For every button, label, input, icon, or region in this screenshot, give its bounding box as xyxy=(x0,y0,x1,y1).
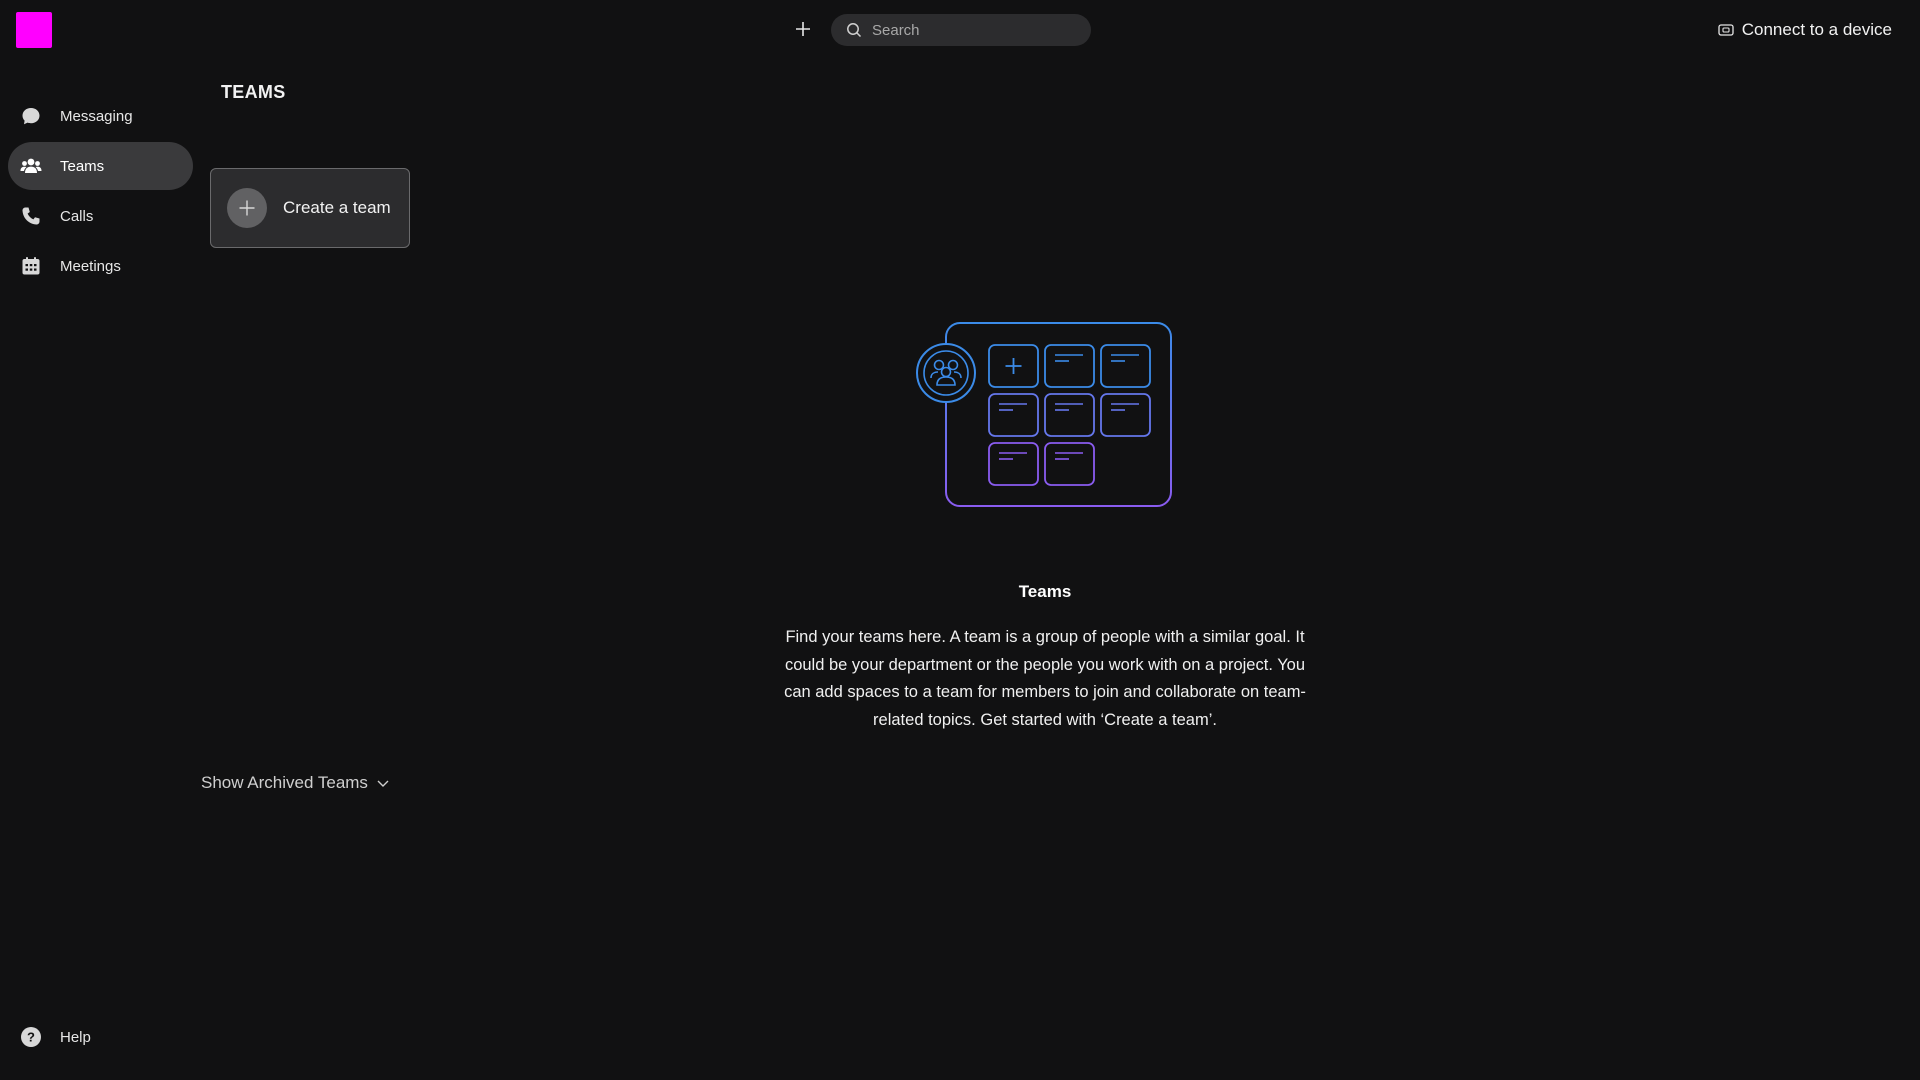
show-archived-teams-toggle[interactable]: Show Archived Teams xyxy=(201,773,390,793)
help-icon: ? xyxy=(21,1027,41,1047)
sidebar-item-label: Teams xyxy=(60,157,105,175)
archived-toggle-label: Show Archived Teams xyxy=(201,773,368,792)
chat-bubble-icon xyxy=(20,105,42,127)
empty-state-description: Find your teams here. A team is a group … xyxy=(784,628,1306,729)
sidebar-item-label: Messaging xyxy=(60,107,133,125)
plus-icon xyxy=(796,22,810,36)
plus-circle-icon xyxy=(227,188,267,228)
help-button[interactable]: ? Help xyxy=(20,1026,91,1048)
calendar-icon xyxy=(20,255,42,277)
help-label: Help xyxy=(60,1028,91,1046)
top-bar: Connect to a device xyxy=(0,0,1920,60)
teams-grid-illustration xyxy=(916,322,1172,507)
device-icon xyxy=(1718,24,1734,36)
people-icon xyxy=(20,155,42,177)
sidebar-item-meetings[interactable]: Meetings xyxy=(8,242,193,290)
search-input[interactable] xyxy=(870,20,1080,40)
sidebar-item-teams[interactable]: Teams xyxy=(8,142,193,190)
sidebar: Messaging Teams Calls Meetings xyxy=(0,60,200,1080)
sidebar-item-label: Meetings xyxy=(60,257,121,275)
chevron-down-icon xyxy=(377,780,389,787)
page-title: TEAMS xyxy=(221,82,286,102)
create-team-label: Create a team xyxy=(283,198,391,217)
phone-icon xyxy=(20,205,42,227)
sidebar-item-messaging[interactable]: Messaging xyxy=(8,92,193,140)
sidebar-item-calls[interactable]: Calls xyxy=(8,192,193,240)
connect-to-device-button[interactable]: Connect to a device xyxy=(1718,18,1892,42)
sidebar-item-label: Calls xyxy=(60,207,94,225)
empty-state-title: Teams xyxy=(1018,582,1072,601)
connect-device-label: Connect to a device xyxy=(1741,20,1892,39)
create-team-button[interactable]: Create a team xyxy=(210,168,410,248)
new-item-button[interactable] xyxy=(790,16,816,42)
svg-text:?: ? xyxy=(27,1030,35,1045)
app-logo[interactable] xyxy=(16,12,52,48)
search-icon xyxy=(847,23,862,38)
search-box[interactable] xyxy=(831,14,1091,46)
